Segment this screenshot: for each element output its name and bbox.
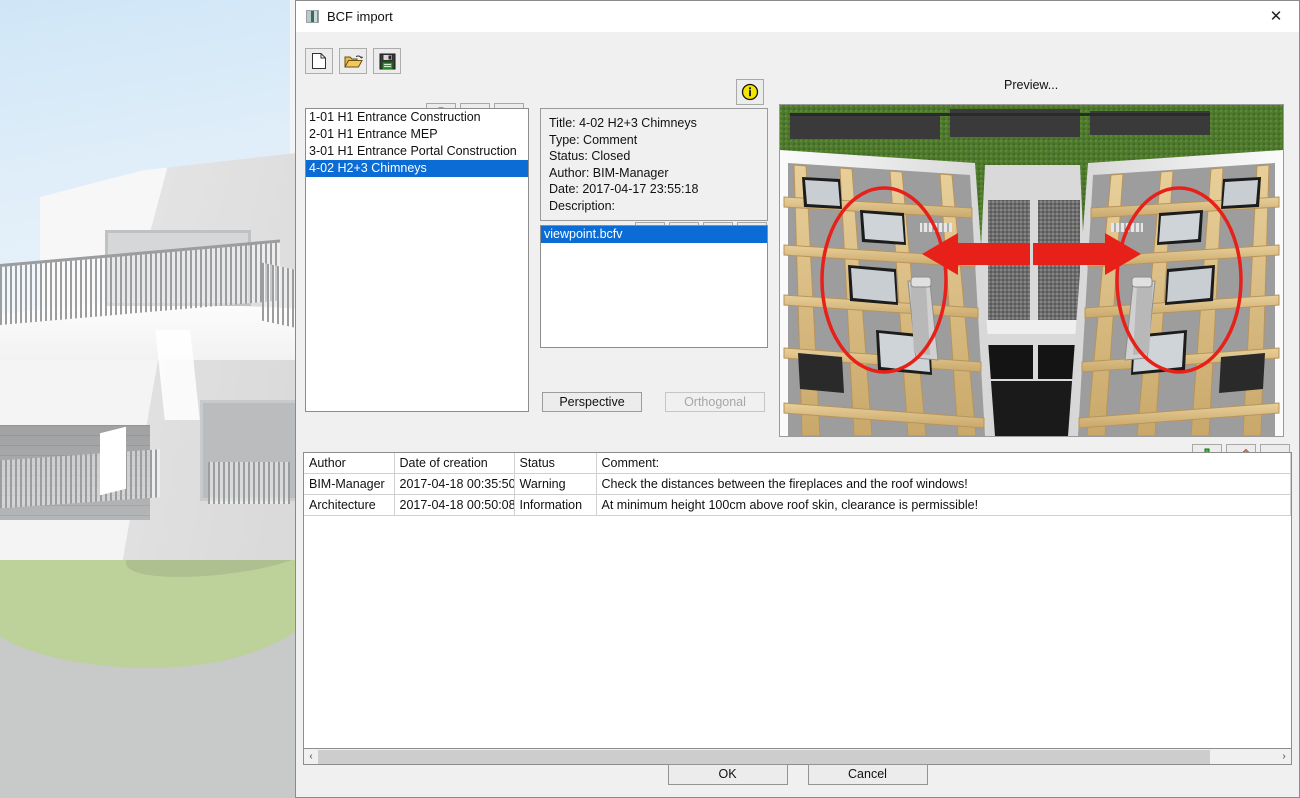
new-file-button[interactable] xyxy=(305,48,333,74)
list-item[interactable]: 3-01 H1 Entrance Portal Construction xyxy=(306,143,528,160)
info-circle-icon xyxy=(741,83,759,101)
column-header-status[interactable]: Status xyxy=(514,453,596,474)
list-item-selected[interactable]: 4-02 H2+3 Chimneys xyxy=(306,160,528,177)
floppy-save-icon xyxy=(379,53,396,70)
information-box: Title: 4-02 H2+3 Chimneys Type: Comment … xyxy=(540,108,768,221)
preview-image xyxy=(779,104,1284,437)
information-info-button[interactable] xyxy=(736,79,764,105)
table-row: BIM-Manager 2017-04-18 00:35:50 Warning … xyxy=(304,474,1291,495)
column-header-date[interactable]: Date of creation xyxy=(394,453,514,474)
dialog-footer: OK Cancel xyxy=(296,751,1299,797)
info-line-description: Description: xyxy=(549,198,759,215)
info-line-type: Type: Comment xyxy=(549,132,759,149)
light-reflection-strip xyxy=(100,427,126,495)
cell-date: 2017-04-18 00:35:50 xyxy=(394,474,514,495)
file-toolbar xyxy=(305,48,401,74)
close-icon[interactable]: ✕ xyxy=(1253,1,1299,31)
window-title: BCF import xyxy=(327,9,393,24)
cell-status: Information xyxy=(514,495,596,516)
list-item-selected[interactable]: viewpoint.bcfv xyxy=(541,226,767,243)
cell-status: Warning xyxy=(514,474,596,495)
info-line-status: Status: Closed xyxy=(549,148,759,165)
bcf-import-dialog: BCF import ✕ xyxy=(295,0,1300,798)
cell-comment: At minimum height 100cm above roof skin,… xyxy=(596,495,1291,516)
column-header-author[interactable]: Author xyxy=(304,453,394,474)
dialog-body: Topic 1-01 H1 Entrance Con xyxy=(296,32,1299,797)
column-header-comment[interactable]: Comment: xyxy=(596,453,1291,474)
new-document-icon xyxy=(311,52,327,70)
comment-grid: Author Date of creation Status Comment: … xyxy=(304,453,1291,516)
table-header-row: Author Date of creation Status Comment: xyxy=(304,453,1291,474)
table-row: Architecture 2017-04-18 00:50:08 Informa… xyxy=(304,495,1291,516)
view-position-list[interactable]: viewpoint.bcfv xyxy=(540,225,768,348)
perspective-button[interactable]: Perspective xyxy=(542,392,642,412)
info-line-date: Date: 2017-04-17 23:55:18 xyxy=(549,181,759,198)
topic-list[interactable]: 1-01 H1 Entrance Construction 2-01 H1 En… xyxy=(305,108,529,412)
info-line-title: Title: 4-02 H2+3 Chimneys xyxy=(549,115,759,132)
ok-button[interactable]: OK xyxy=(668,764,788,785)
save-file-button[interactable] xyxy=(373,48,401,74)
info-line-author: Author: BIM-Manager xyxy=(549,165,759,182)
cell-author: BIM-Manager xyxy=(304,474,394,495)
open-folder-icon xyxy=(344,53,363,70)
bcf-app-icon xyxy=(306,10,319,23)
orthogonal-button: Orthogonal xyxy=(665,392,765,412)
title-bar: BCF import ✕ xyxy=(296,1,1299,33)
cancel-button[interactable]: Cancel xyxy=(808,764,928,785)
list-item[interactable]: 1-01 H1 Entrance Construction xyxy=(306,109,528,126)
bim-roof-render xyxy=(780,105,1283,436)
cell-comment: Check the distances between the fireplac… xyxy=(596,474,1291,495)
comment-table[interactable]: Author Date of creation Status Comment: … xyxy=(303,452,1292,749)
cell-date: 2017-04-18 00:50:08 xyxy=(394,495,514,516)
cell-author: Architecture xyxy=(304,495,394,516)
window-railing-lower-right xyxy=(208,462,290,504)
preview-label: Preview... xyxy=(1004,78,1058,92)
list-item[interactable]: 2-01 H1 Entrance MEP xyxy=(306,126,528,143)
open-file-button[interactable] xyxy=(339,48,367,74)
